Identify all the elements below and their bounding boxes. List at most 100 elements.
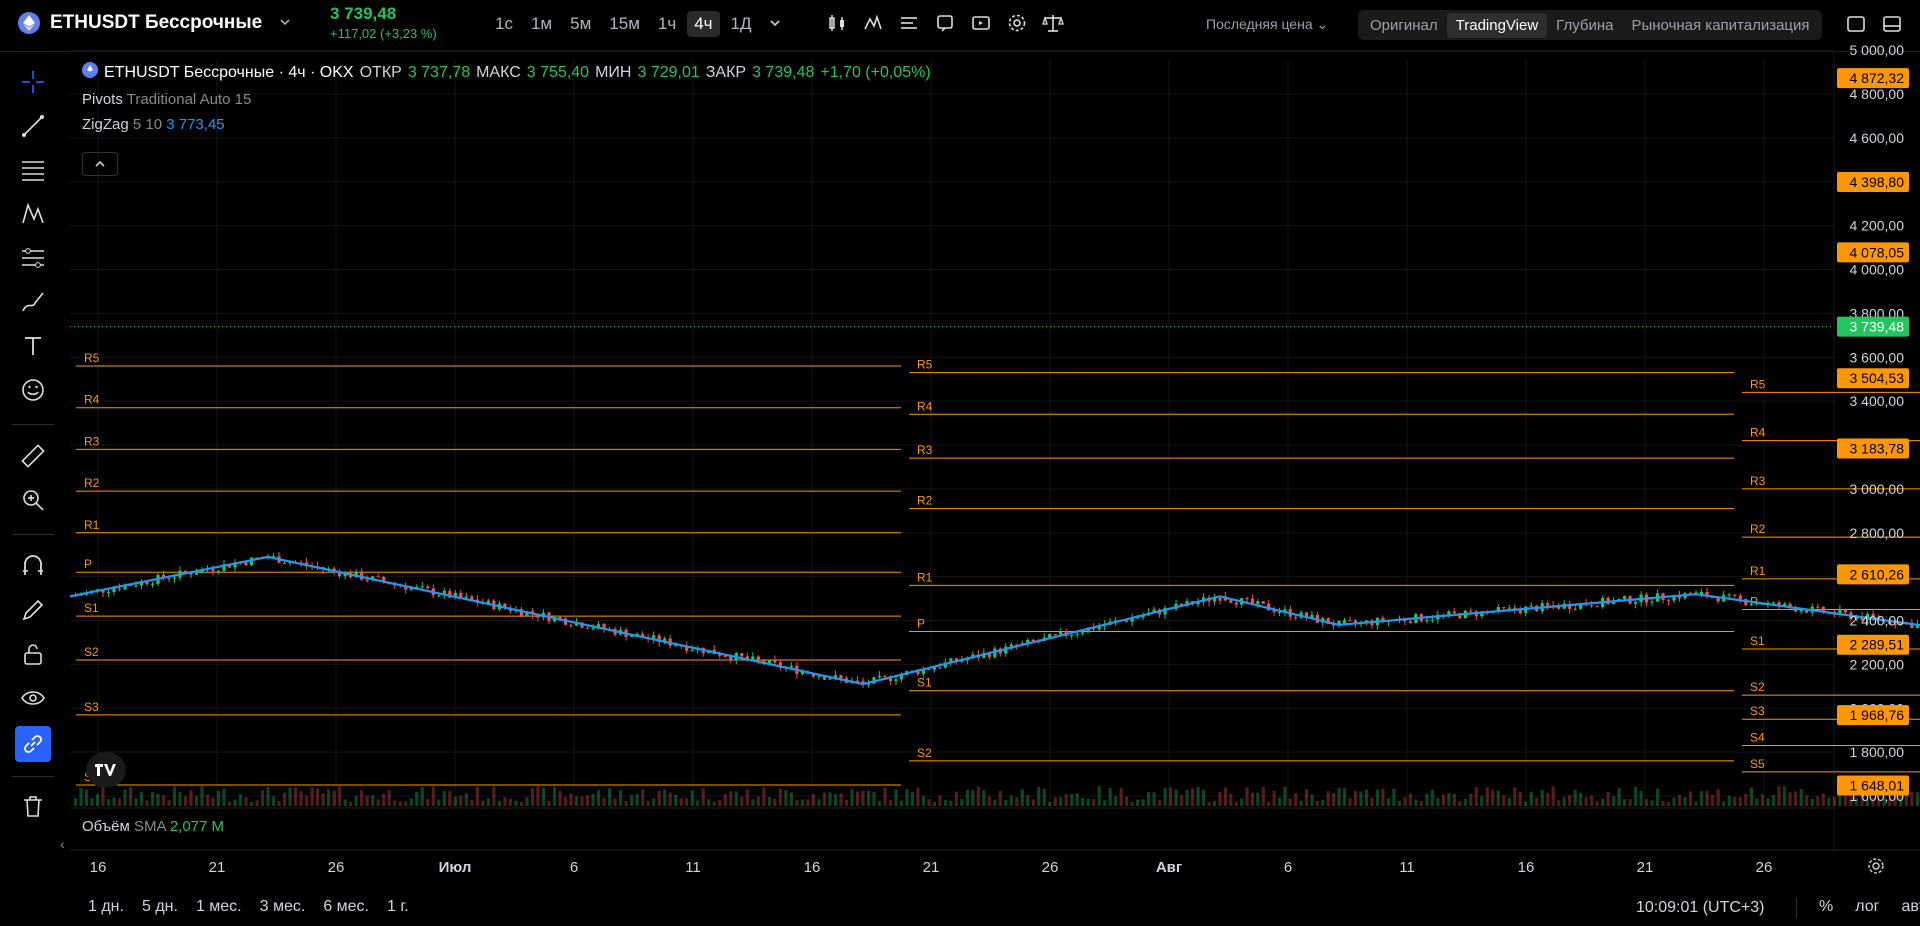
collapse-legend-button[interactable]: [82, 152, 118, 176]
volume-bar: [1392, 788, 1396, 806]
volume-bar: [1015, 797, 1019, 806]
candle-body: [282, 562, 287, 564]
candle-body: [1816, 606, 1820, 608]
volume-bar: [789, 792, 793, 806]
zigzag-line: [69, 555, 1920, 686]
range-3m[interactable]: 3 мес.: [260, 898, 306, 916]
volume-bar: [1727, 795, 1731, 806]
volume-legend[interactable]: Объём SMA 2,077 M: [82, 818, 224, 835]
volume-bar: [1672, 797, 1676, 806]
volume-bar: [767, 796, 771, 806]
range-1d[interactable]: 1 дн.: [88, 898, 124, 916]
candle-body: [1529, 605, 1533, 607]
candle-body: [740, 653, 744, 657]
volume-bar: [536, 786, 540, 806]
volume-bar: [1397, 800, 1402, 806]
candle-body: [674, 645, 678, 647]
volume-bar: [497, 801, 501, 806]
pivots-indicator-row[interactable]: Pivots Traditional Auto 15: [82, 91, 931, 108]
volume-bar: [872, 791, 876, 806]
volume-bar: [277, 800, 281, 806]
volume-bar: [139, 791, 144, 806]
price-chart[interactable]: R5 R4 R3 R2 R1 P S1 S2 S3 S4 R5 R4 R3 R2 R1 P S1 S2 R5 R4 R3…: [0, 0, 1920, 890]
candle-body: [1799, 609, 1803, 612]
volume-bar: [1733, 797, 1737, 806]
volume-bar: [1386, 798, 1391, 806]
candle-body: [244, 562, 248, 566]
volume-bar: [960, 799, 964, 806]
auto-scale-toggle[interactable]: авто: [1901, 898, 1920, 918]
volume-bar: [271, 796, 276, 806]
price-badge-label: 2 610,26: [1850, 566, 1905, 582]
volume-bar: [1915, 792, 1919, 806]
collapse-arrow-icon[interactable]: ‹: [60, 836, 65, 852]
volume-bar: [1064, 794, 1068, 806]
volume-bar: [613, 798, 617, 806]
volume-bar: [1535, 797, 1539, 806]
volume-bar: [1677, 794, 1682, 806]
volume-bar: [734, 791, 738, 806]
volume-bar: [1573, 789, 1577, 806]
candle-body: [1623, 596, 1627, 599]
volume-bar: [795, 800, 799, 806]
price-axis-tick: 4 000,00: [1850, 262, 1905, 278]
volume-bar: [128, 787, 133, 806]
volume-bar: [387, 790, 391, 806]
candle-body: [1408, 621, 1412, 623]
range-5d[interactable]: 5 дн.: [142, 898, 178, 916]
volume-bar: [161, 794, 166, 806]
volume-bar: [569, 793, 573, 806]
clock-timezone[interactable]: 10:09:01 (UTC+3): [1636, 899, 1765, 917]
volume-bar: [1694, 801, 1698, 806]
volume-bar: [1081, 797, 1085, 806]
candle-body: [789, 665, 793, 668]
volume-bar: [1843, 794, 1848, 806]
volume-ma: SMA: [133, 818, 166, 835]
volume-bar: [211, 797, 215, 806]
volume-bar: [343, 799, 347, 806]
volume-bar: [1288, 798, 1292, 806]
tradingview-logo-icon[interactable]: [86, 752, 126, 788]
volume-bar: [1103, 800, 1107, 806]
legend-open: 3 737,78: [407, 63, 471, 81]
candle-body: [773, 660, 777, 663]
volume-bar: [1403, 797, 1407, 806]
volume-bar: [1190, 788, 1195, 806]
volume-bar: [1353, 790, 1358, 806]
volume-bar: [1174, 789, 1178, 806]
volume-bar: [156, 794, 160, 806]
time-axis-tick: 26: [1756, 859, 1773, 876]
volume-bar: [1147, 791, 1151, 806]
volume-bar: [1070, 794, 1074, 806]
range-1m[interactable]: 1 мес.: [196, 898, 242, 916]
volume-bar: [1452, 793, 1456, 806]
volume-bar: [641, 789, 645, 806]
axis-settings-gear-icon[interactable]: [1866, 856, 1886, 881]
pivot-level-label: R1: [84, 518, 100, 532]
volume-bar: [189, 790, 193, 806]
range-6m[interactable]: 6 мес.: [323, 898, 369, 916]
percent-scale-toggle[interactable]: %: [1819, 898, 1833, 918]
volume-bar: [1633, 786, 1638, 806]
volume-bar: [1650, 800, 1654, 806]
zigzag-indicator-row[interactable]: ZigZag 5 10 3 773,45: [82, 116, 931, 133]
candle-body: [167, 578, 171, 580]
pivot-level-label: R1: [1750, 564, 1766, 578]
volume-bar: [233, 799, 237, 806]
volume-bar: [475, 787, 479, 806]
volume-bar: [1299, 800, 1303, 806]
volume-bar: [905, 788, 909, 806]
volume-bar: [1425, 793, 1429, 806]
volume-bar: [1163, 787, 1167, 806]
time-axis-tick: 26: [328, 859, 345, 876]
volume-bar: [718, 800, 722, 806]
pivot-level-label: R5: [917, 358, 933, 372]
range-1y[interactable]: 1 г.: [387, 898, 409, 916]
candle-body: [751, 656, 755, 660]
volume-bar: [547, 800, 551, 806]
volume-bar: [1661, 801, 1665, 806]
volume-bar: [630, 794, 634, 806]
log-scale-toggle[interactable]: лог: [1855, 898, 1879, 918]
volume-bar: [1381, 788, 1385, 806]
volume-bar: [393, 800, 397, 806]
